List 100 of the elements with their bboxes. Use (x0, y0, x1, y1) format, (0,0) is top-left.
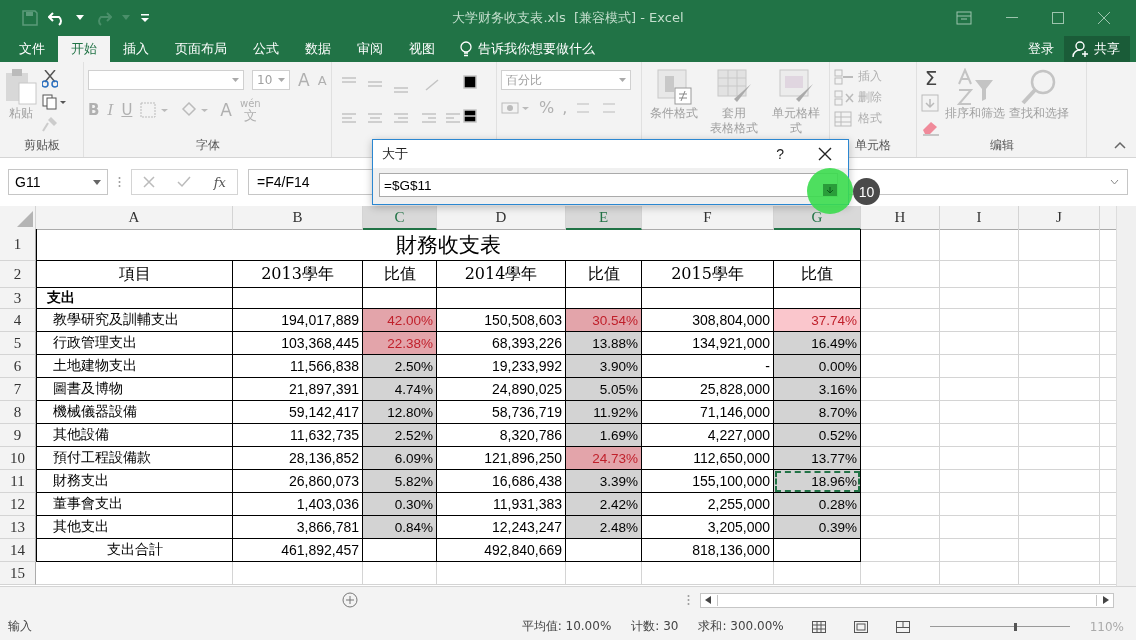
row-header[interactable]: 7 (0, 378, 36, 401)
row-header[interactable]: 15 (0, 562, 36, 585)
column-header[interactable]: H (861, 206, 940, 230)
table-cell: 2.50% (363, 355, 437, 378)
column-header[interactable]: C (363, 206, 437, 230)
table-cell: 6.09% (363, 447, 437, 470)
row-header[interactable]: 2 (0, 261, 36, 288)
status-sum: 求和: 300.00% (698, 618, 784, 635)
table-cell: 13.88% (566, 332, 642, 355)
caret-icon (93, 179, 101, 185)
page-break-icon[interactable] (895, 620, 910, 633)
table-cell: 土地建物支出 (36, 355, 233, 378)
tell-me-search[interactable]: 告诉我你想要做什么 (448, 36, 595, 62)
caret-icon (232, 78, 239, 82)
ribbon-display-icon[interactable] (956, 11, 972, 25)
row-header[interactable]: 14 (0, 539, 36, 562)
table-cell: 818,136,000 (642, 539, 774, 562)
sign-in-link[interactable]: 登录 (1018, 36, 1064, 62)
ribbon-tab[interactable]: 视图 (396, 36, 448, 62)
grip-icon (687, 594, 690, 606)
help-button[interactable]: ? (776, 146, 784, 162)
row-header[interactable]: 4 (0, 309, 36, 332)
select-all-icon[interactable] (17, 211, 33, 227)
save-icon[interactable] (22, 10, 38, 26)
column-header[interactable]: J (1019, 206, 1100, 230)
column-header[interactable]: I (940, 206, 1019, 230)
check-icon[interactable] (177, 176, 192, 188)
ribbon-tab[interactable]: 开始 (58, 36, 110, 62)
row-header[interactable]: 12 (0, 493, 36, 516)
ribbon-tab[interactable]: 公式 (240, 36, 292, 62)
ribbon-tab[interactable]: 数据 (292, 36, 344, 62)
table-cell: 4.74% (363, 378, 437, 401)
copy-icon[interactable] (42, 94, 66, 110)
close-icon[interactable] (818, 147, 832, 161)
fill-down-icon[interactable] (921, 94, 939, 112)
zoom-slider[interactable] (1013, 622, 1017, 631)
table-cell: 12.80% (363, 401, 437, 424)
table-cell: 22.38% (363, 332, 437, 355)
table-cell: 3.90% (566, 355, 642, 378)
table-cell: 37.74% (774, 309, 861, 332)
row-header[interactable]: 8 (0, 401, 36, 424)
table-cell: 8.70% (774, 401, 861, 424)
ribbon-tab[interactable]: 插入 (110, 36, 162, 62)
cancel-icon[interactable] (143, 176, 156, 188)
scissors-icon[interactable] (42, 70, 58, 88)
autosum-button[interactable]: Σ (921, 68, 941, 88)
add-sheet-icon[interactable] (342, 592, 358, 608)
column-header[interactable]: B (233, 206, 363, 230)
scroll-left-icon[interactable] (705, 596, 711, 604)
row-header[interactable]: 10 (0, 447, 36, 470)
share-button[interactable]: 共享 (1064, 36, 1130, 62)
status-count: 计数: 30 (631, 618, 679, 635)
table-cell: 0.28% (774, 493, 861, 516)
header-cell: 2014學年 (437, 261, 566, 288)
currency-icon[interactable] (501, 99, 531, 116)
column-header[interactable]: F (642, 206, 774, 230)
caret-icon[interactable] (76, 15, 84, 21)
scroll-thumb[interactable] (717, 594, 1097, 606)
ribbon-tab[interactable]: 文件 (6, 36, 58, 62)
horizontal-scrollbar[interactable] (700, 592, 1114, 608)
header-cell: 比值 (566, 261, 642, 288)
collapse-ribbon-icon[interactable] (1114, 141, 1126, 149)
row-header[interactable]: 3 (0, 288, 36, 309)
insert-function-button[interactable]: fx (213, 174, 226, 190)
column-header[interactable]: G (774, 206, 861, 230)
font-name-field[interactable] (88, 70, 244, 90)
row-header[interactable]: 5 (0, 332, 36, 355)
table-cell: 5.05% (566, 378, 642, 401)
table-cell: 其他支出 (36, 516, 233, 539)
format-painter-icon[interactable] (42, 116, 58, 132)
table-cell: 0.84% (363, 516, 437, 539)
row-header[interactable]: 13 (0, 516, 36, 539)
table-cell: 11.92% (566, 401, 642, 424)
table-cell: 0.39% (774, 516, 861, 539)
scroll-right-icon[interactable] (1103, 596, 1109, 604)
table-cell: 支出合計 (36, 539, 233, 562)
maximize-icon[interactable] (1052, 12, 1064, 24)
row-header[interactable]: 11 (0, 470, 36, 493)
page-layout-icon[interactable] (853, 620, 868, 633)
expand-icon[interactable] (1110, 179, 1119, 185)
lightbulb-icon (460, 41, 472, 57)
table-cell: 1.69% (566, 424, 642, 447)
row-header[interactable]: 9 (0, 424, 36, 447)
minimize-icon[interactable] (1006, 17, 1018, 19)
table-cell: 24.73% (566, 447, 642, 470)
caret-icon (619, 78, 626, 82)
customize-icon[interactable] (140, 13, 150, 23)
ribbon-tab[interactable]: 审阅 (344, 36, 396, 62)
column-header[interactable]: A (36, 206, 233, 230)
name-box[interactable]: G11 (8, 169, 108, 195)
column-header[interactable]: D (437, 206, 566, 230)
row-header[interactable]: 6 (0, 355, 36, 378)
normal-view-icon[interactable] (811, 620, 826, 633)
vertical-scrollbar[interactable] (1116, 206, 1136, 586)
table-cell: 2.42% (566, 493, 642, 516)
header-cell: 比值 (363, 261, 437, 288)
table-cell: 5.82% (363, 470, 437, 493)
column-header[interactable]: E (566, 206, 642, 230)
ribbon-tab[interactable]: 页面布局 (162, 36, 240, 62)
row-header[interactable]: 1 (0, 229, 36, 261)
